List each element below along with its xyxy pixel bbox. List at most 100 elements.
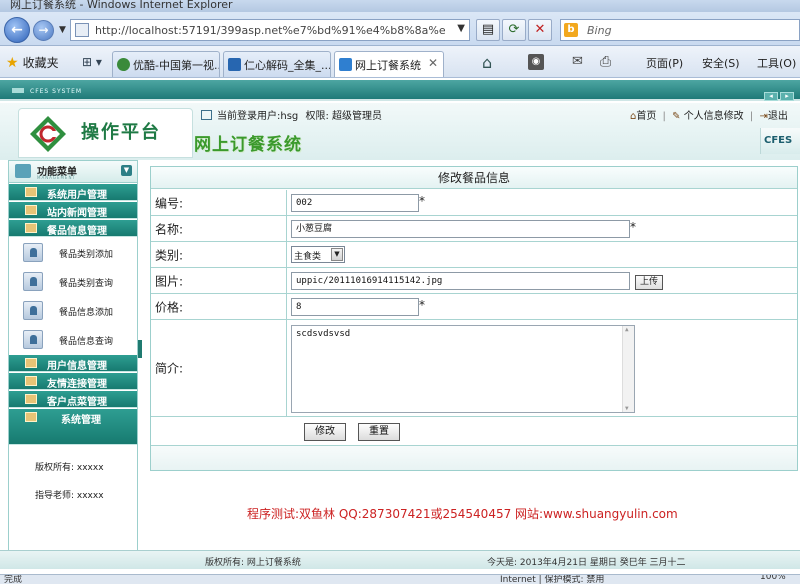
menu-tools[interactable]: 工具(O) [757,55,796,71]
folder-icon [25,205,37,215]
sidebar-copyright: 版权所有: xxxxx [35,463,104,473]
favorites-button[interactable]: ★ 收藏夹 [6,54,59,71]
category-value: 主食类 [294,252,322,262]
menu-icon [15,164,31,178]
field-label-cell: 简介: [151,320,287,416]
favorites-bar: ★ 收藏夹 ⊞ ▾ 优酷-中国第一视... 仁心解码_全集_... 网上订餐系统 ✕… [0,46,800,78]
price-input[interactable]: 8 [291,298,419,316]
field-label-cell: 编号: [151,190,287,215]
sidebar-splitter[interactable] [138,340,142,358]
rss-icon[interactable]: ◉ [528,54,544,70]
sidebar-item-add-category[interactable]: 餐品类别添加 [9,238,137,267]
field-label: 简介: [155,361,184,376]
zoom-level[interactable]: 100% [760,575,786,582]
close-tab-icon[interactable]: ✕ [428,56,438,70]
reset-button[interactable]: 重置 [358,423,400,441]
sidebar-group-system[interactable]: 系统管理 [9,409,137,445]
required-mark: * [419,298,425,312]
textarea-scrollbar[interactable] [622,326,634,412]
sidebar-group-label: 站内新闻管理 [47,208,107,219]
user-icon [23,243,43,262]
sidebar-group-links[interactable]: 友情连接管理 [9,373,137,390]
edit-icon: ✎ [672,111,681,122]
search-input[interactable]: b Bing [560,19,800,41]
logo-icon [30,116,66,152]
form-row-image: 图片: uppic/20111016914115142.jpg 上传 [151,268,797,294]
sidebar-group-system-users[interactable]: 系统用户管理 [9,184,137,201]
logout-link[interactable]: 退出 [768,111,788,122]
user-icon [23,272,43,291]
tab-ordering-system[interactable]: 网上订餐系统 ✕ [334,51,444,77]
form-row-intro: 简介: scdsvdsvsd [151,320,797,417]
tab-label: 优酷-中国第一视... [133,59,220,72]
field-label-cell: 名称: [151,216,287,241]
folder-icon [25,376,37,386]
sidebar-item-query-category[interactable]: 餐品类别查询 [9,267,137,296]
back-button[interactable]: ← [4,17,30,43]
bing-icon: b [564,23,578,37]
tab-renxin[interactable]: 仁心解码_全集_... [223,51,331,77]
sidebar-item-add-dish[interactable]: 餐品信息添加 [9,296,137,325]
quick-tabs-icon[interactable]: ⊞ ▾ [82,55,102,69]
role-value: 超级管理员 [332,111,383,122]
home-icon[interactable]: ⌂ [482,53,492,72]
menu-safety[interactable]: 安全(S) [702,55,740,71]
arrow-right-icon: → [38,23,49,37]
sidebar-group-users[interactable]: 用户信息管理 [9,355,137,372]
history-dropdown-icon[interactable]: ▼ [59,25,66,35]
home-link[interactable]: 首页 [636,111,656,122]
strip-buttons: ◂ ▸ [762,87,794,101]
user-info: 当前登录用户:hsg 权限: 超级管理员 [217,107,382,122]
intro-textarea[interactable]: scdsvdsvsd [291,325,635,413]
sidebar-group-label: 用户信息管理 [47,361,107,372]
current-user-label: 当前登录用户: [217,111,281,122]
window-title: 网上订餐系统 - Windows Internet Explorer [10,0,233,11]
role-label: 权限: [305,111,329,122]
cfes-tab: CFES [760,128,800,154]
compatibility-view-button[interactable]: ▤ [476,19,500,41]
footer-copyright: 版权所有: 网上订餐系统 [205,558,301,568]
sidebar: 功能菜单 MANAGEMENT ▼ 系统用户管理 站内新闻管理 餐品信息管理 餐… [8,160,138,556]
user-icon [23,301,43,320]
logout-icon: ⇥ [759,111,768,122]
status-bar: 完成 Internet | 保护模式: 禁用 100% [0,574,800,584]
sidebar-group-orders[interactable]: 客户点菜管理 [9,391,137,408]
stop-button[interactable]: ✕ [528,19,552,41]
sidebar-group-dishes[interactable]: 餐品信息管理 [9,220,137,237]
folder-icon [25,394,37,404]
status-text: 完成 [4,575,23,584]
category-select[interactable]: 主食类 ▼ [291,246,345,263]
arrow-right-icon[interactable]: ▸ [780,92,794,101]
profile-link[interactable]: 个人信息修改 [684,111,744,122]
collapse-icon[interactable]: ▼ [121,165,132,176]
field-label: 价格: [155,300,184,314]
arrow-left-icon: ← [11,22,23,38]
print-icon[interactable]: ⎙ [600,54,611,70]
chevron-down-icon[interactable]: ▼ [457,23,465,34]
tab-youku[interactable]: 优酷-中国第一视... [112,51,220,77]
address-bar[interactable]: http://localhost:57191/399asp.net%e7%bd%… [70,19,470,41]
tab-label: 仁心解码_全集_... [244,59,331,72]
mail-icon[interactable]: ✉ [572,54,583,69]
field-label: 图片: [155,274,184,288]
forward-button[interactable]: → [33,20,54,41]
upload-button[interactable]: 上传 [635,275,663,290]
web-page: CFES SYSTEM ◂ ▸ 操作平台 当前登录用户:hsg 权限: 超级管理员… [0,80,800,574]
menu-page[interactable]: 页面(P) [646,55,683,71]
name-input[interactable]: 小葱豆腐 [291,220,630,238]
sidebar-group-news[interactable]: 站内新闻管理 [9,202,137,219]
arrow-left-icon[interactable]: ◂ [764,92,778,101]
form-footer-row [151,446,797,470]
required-mark: * [630,220,636,234]
id-input[interactable]: 002 [291,194,419,212]
image-path-input[interactable]: uppic/20111016914115142.jpg [291,272,630,290]
address-url[interactable]: http://localhost:57191/399asp.net%e7%bd%… [95,24,445,37]
field-label: 名称: [155,222,184,236]
chevron-down-icon: ▼ [331,248,343,261]
sidebar-item-query-dish[interactable]: 餐品信息查询 [9,325,137,354]
system-label: CFES SYSTEM [30,88,83,95]
form-row-name: 名称: 小葱豆腐 * [151,216,797,242]
refresh-button[interactable]: ⟳ [502,19,526,41]
intro-text: scdsvdsvsd [296,329,351,339]
save-button[interactable]: 修改 [304,423,346,441]
